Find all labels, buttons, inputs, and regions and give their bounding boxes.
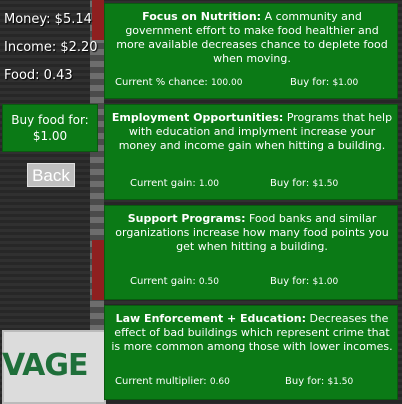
card-stats-row: Current % chance: 100.00 Buy for: $1.00 [115, 77, 391, 88]
card-description: Support Programs: Food banks and similar… [111, 212, 393, 254]
card-title: Support Programs: [127, 212, 246, 225]
card-stats-row: Current gain: 0.50 Buy for: $1.00 [130, 276, 391, 287]
upgrade-card-nutrition[interactable]: Focus on Nutrition: A community and gove… [104, 3, 398, 99]
card-price: $1.50 [327, 377, 354, 387]
card-stat-value: 1.00 [198, 179, 219, 189]
upgrade-card-employment[interactable]: Employment Opportunities: Programs that … [104, 104, 398, 200]
card-title: Employment Opportunities: [111, 111, 284, 124]
food-readout: Food: 0.43 [4, 68, 73, 83]
buy-food-button[interactable]: Buy food for: $1.00 [2, 104, 98, 152]
buy-food-price: $1.00 [32, 129, 68, 143]
card-buy-label: Buy for: [290, 77, 330, 88]
upgrade-card-support[interactable]: Support Programs: Food banks and similar… [104, 205, 398, 300]
card-description: Employment Opportunities: Programs that … [111, 111, 393, 153]
building-sign-text: VAGE [2, 348, 89, 383]
card-stat-value: 100.00 [210, 78, 243, 88]
card-stat-value: 0.50 [198, 277, 219, 287]
card-title: Law Enforcement + Education: [115, 312, 307, 325]
card-stat-label: Current gain: [130, 178, 196, 189]
card-description: Focus on Nutrition: A community and gove… [111, 10, 393, 66]
card-buy-label: Buy for: [270, 276, 310, 287]
card-buy-label: Buy for: [270, 178, 310, 189]
card-stat-label: Current % chance: [115, 77, 208, 88]
card-stat-label: Current gain: [130, 276, 196, 287]
money-readout: Money: $5.14 [4, 12, 92, 27]
card-description: Law Enforcement + Education: Decreases t… [111, 312, 393, 354]
building-red-mid [92, 240, 104, 300]
upgrade-card-law-enforcement[interactable]: Law Enforcement + Education: Decreases t… [104, 305, 398, 400]
stats-panel: Money: $5.14 Income: $2.20 Food: 0.43 [4, 6, 98, 90]
card-stat-value: 0.60 [209, 377, 230, 387]
buy-food-label: Buy food for: [11, 113, 89, 127]
card-title: Focus on Nutrition: [142, 10, 262, 23]
card-buy-label: Buy for: [285, 376, 325, 387]
card-stats-row: Current gain: 1.00 Buy for: $1.50 [130, 178, 391, 189]
card-stat-label: Current multiplier: [115, 376, 207, 387]
card-stats-row: Current multiplier: 0.60 Buy for: $1.50 [115, 376, 391, 387]
back-button[interactable]: Back [27, 163, 75, 187]
card-price: $1.00 [312, 277, 339, 287]
card-price: $1.50 [312, 179, 339, 189]
income-readout: Income: $2.20 [4, 40, 98, 55]
card-price: $1.00 [332, 78, 359, 88]
